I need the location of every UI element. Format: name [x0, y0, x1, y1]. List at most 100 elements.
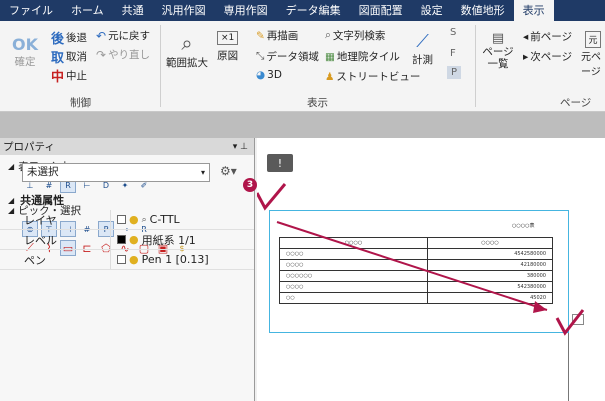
common-attr-header[interactable]: ◢ 共通属性 — [0, 190, 254, 210]
annotation-overlay — [257, 183, 585, 336]
original-scale-button[interactable]: ×1 原図 — [217, 31, 239, 63]
property-value: 用紙系 1/1 — [141, 233, 196, 247]
prev-page-icon: ◂ — [523, 30, 529, 43]
property-row-layer[interactable]: レイヤ ● ⌕ C-TTL — [0, 210, 254, 230]
abort-icon: 中 — [51, 70, 65, 85]
menu-settings[interactable]: 設定 — [412, 0, 452, 21]
property-value-cell[interactable]: ● 用紙系 1/1 — [110, 230, 254, 249]
data-area-icon: ⤡ — [256, 50, 265, 62]
undo-icon: ↶ — [96, 28, 107, 43]
color-swatch — [117, 235, 126, 244]
undo-button[interactable]: ↶ 元に戻す — [96, 28, 150, 43]
view3d-label: 3D — [267, 69, 282, 81]
abort-label: 中止 — [66, 70, 88, 82]
control-group-label: 制御 — [70, 97, 91, 109]
magnifier-icon: ⌕ — [181, 31, 193, 55]
map-icon: ▦ — [325, 50, 335, 63]
zoom-range-button[interactable]: ⌕ 範囲拡大 — [166, 31, 208, 70]
property-table: ◢ 共通属性 レイヤ ● ⌕ C-TTL レベル ● 用紙系 1/1 ペン ● … — [0, 190, 254, 270]
measure-button[interactable]: ⟋ 計測 — [412, 31, 433, 67]
ok-icon: OK — [12, 35, 38, 54]
property-key: レベル — [24, 233, 57, 247]
snap-s-button[interactable]: S — [450, 27, 456, 38]
view3d-button[interactable]: ◕ 3D — [256, 69, 282, 81]
display-group-label: 表示 — [307, 97, 328, 109]
bulb-icon: ● — [129, 213, 139, 226]
text-search-label: 文字列検索 — [332, 30, 386, 42]
property-row-pen[interactable]: ペン ● Pen 1 [0.13] — [0, 250, 254, 270]
data-area-label: データ領域 — [266, 51, 319, 63]
collapse-icon: ◢ — [8, 162, 15, 171]
menu-layout[interactable]: 図面配置 — [350, 0, 412, 21]
property-row-level[interactable]: レベル ● 用紙系 1/1 — [0, 230, 254, 250]
next-page-label: 次ページ — [530, 51, 573, 63]
snap-p-button[interactable]: P — [447, 66, 462, 79]
ribbon-separator — [475, 25, 476, 107]
redo-label: やり直し — [108, 49, 151, 61]
panel-header: プロパティ ▾ ⊥ — [0, 138, 254, 155]
page-group-label: ページ — [560, 97, 592, 109]
chevron-down-icon: ▾ — [200, 168, 205, 177]
menu-home[interactable]: ホーム — [62, 0, 113, 21]
undo-label: 元に戻す — [108, 30, 151, 42]
cancel-icon: 取 — [51, 51, 65, 66]
checkmark-icon — [555, 309, 585, 336]
next-page-button[interactable]: ▸ 次ページ — [523, 49, 572, 64]
original-scale-label: 原図 — [217, 50, 239, 62]
menu-data-edit[interactable]: データ編集 — [277, 0, 350, 21]
prev-page-button[interactable]: ◂ 前ページ — [523, 29, 572, 44]
menu-bar: ファイル ホーム 共通 汎用作図 専用作図 データ編集 図面配置 設定 数値地形… — [0, 0, 605, 21]
menu-special-drawing[interactable]: 専用作図 — [215, 0, 277, 21]
callout-badge: 3 — [243, 178, 257, 192]
text-search-button[interactable]: ⌕ 文字列検索 — [325, 28, 385, 43]
orig-page-button[interactable]: 元 元ページ — [581, 31, 605, 78]
arrow-head-icon — [533, 301, 547, 313]
ribbon: OK 確定 後 後退 ↶ 元に戻す 取 取消 ↷ やり直し 中 中止 制御 ⌕ … — [0, 21, 605, 112]
color-swatch — [117, 255, 126, 264]
drawing-canvas[interactable]: ! 3 ○○○○表 ○○○○ ○○○○ ○○○○ 4542580000 ○○○○… — [243, 138, 605, 401]
ribbon-separator — [160, 25, 161, 107]
menu-terrain[interactable]: 数値地形 — [452, 0, 514, 21]
abort-button[interactable]: 中 中止 — [51, 66, 87, 85]
page-list-label: ページ一覧 — [482, 46, 514, 70]
streetview-button[interactable]: ♟ ストリートビュー — [325, 69, 420, 84]
measure-icon: ⟋ — [416, 31, 429, 52]
data-area-button[interactable]: ⤡ データ領域 — [256, 49, 319, 64]
zoom-range-label: 範囲拡大 — [166, 57, 208, 69]
orig-page-label: 元ページ — [581, 52, 601, 78]
cancel-label: 取消 — [66, 51, 88, 63]
property-key: ペン — [24, 253, 46, 267]
property-value: Pen 1 [0.13] — [141, 253, 209, 266]
page-list-button[interactable]: ▤ ページ一覧 — [481, 31, 515, 70]
geo-tile-button[interactable]: ▦ 地理院タイル — [325, 49, 400, 64]
panel-pin-icon[interactable]: ▾ ⊥ — [233, 142, 248, 152]
property-value: C-TTL — [149, 213, 180, 226]
property-value-cell[interactable]: ● Pen 1 [0.13] — [110, 250, 254, 269]
menu-file[interactable]: ファイル — [0, 0, 62, 21]
menu-general-drawing[interactable]: 汎用作図 — [153, 0, 215, 21]
search-icon: ⌕ — [141, 214, 147, 225]
globe-icon: ◕ — [256, 69, 266, 81]
menu-common[interactable]: 共通 — [113, 0, 153, 21]
original-scale-icon: ×1 — [217, 31, 239, 45]
back-button[interactable]: 後 後退 — [51, 28, 87, 47]
confirm-label: 確定 — [14, 56, 36, 68]
cancel-button[interactable]: 取 取消 — [51, 47, 87, 66]
redo-button[interactable]: ↷ やり直し — [96, 47, 150, 62]
streetview-label: ストリートビュー — [336, 71, 421, 83]
confirm-button[interactable]: OK 確定 — [12, 35, 38, 69]
property-value-cell[interactable]: ● ⌕ C-TTL — [110, 210, 254, 229]
redraw-button[interactable]: ✎ 再描画 — [256, 28, 298, 43]
menu-view[interactable]: 表示 — [513, 0, 554, 21]
snap-f-button[interactable]: F — [450, 48, 456, 59]
selection-value: 未選択 — [27, 166, 59, 178]
orig-page-icon: 元 — [585, 31, 601, 48]
streetview-icon: ♟ — [325, 70, 335, 83]
filter-settings-icon[interactable]: ⚙▾ — [220, 164, 237, 178]
property-key: レイヤ — [24, 213, 57, 227]
pen-icon: ✎ — [256, 29, 265, 42]
geo-tile-label: 地理院タイル — [336, 51, 400, 63]
selection-dropdown[interactable]: 未選択 ▾ — [22, 163, 210, 182]
back-icon: 後 — [51, 32, 65, 47]
bulb-icon: ● — [129, 253, 139, 266]
